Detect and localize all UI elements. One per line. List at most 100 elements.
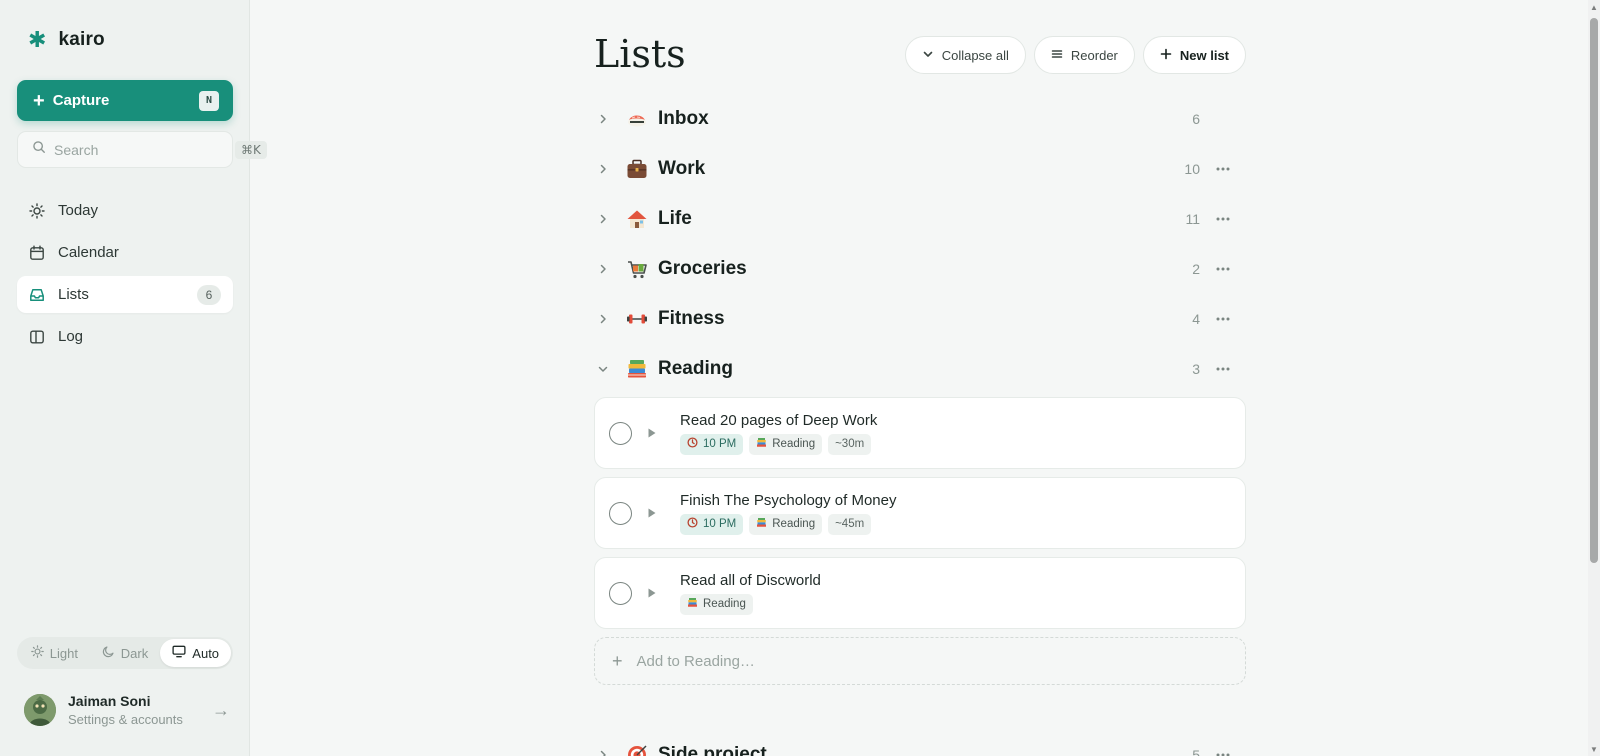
lists-container: Inbox 6 Work 10 Life 11 Groceries 2 Fitn… <box>594 94 1246 756</box>
list-name: Work <box>658 158 706 179</box>
list-row-reading[interactable]: Reading 3 <box>594 344 1246 394</box>
search-box[interactable]: ⌘K <box>17 131 267 168</box>
time-tag: 10 PM <box>680 513 744 535</box>
list-row-work[interactable]: Work 10 <box>594 144 1246 194</box>
list-count: 3 <box>1192 361 1200 377</box>
books-emoji-icon <box>756 517 767 531</box>
lists-count-badge: 6 <box>197 284 221 305</box>
target-emoji-icon <box>624 742 650 756</box>
sidebar-item-lists[interactable]: Lists 6 <box>17 276 233 313</box>
books-emoji-icon <box>687 597 698 611</box>
monitor-icon <box>172 645 186 661</box>
chevron-right-icon[interactable] <box>596 114 610 124</box>
list-name: Life <box>658 208 692 229</box>
collapse-all-button[interactable]: Collapse all <box>904 36 1026 74</box>
chevron-right-icon[interactable] <box>596 750 610 756</box>
sidebar-item-label: Log <box>58 328 84 345</box>
sidebar-nav: Today Calendar Lists 6 Log <box>17 192 233 360</box>
chevron-right-icon[interactable] <box>596 214 610 224</box>
list-row-inbox[interactable]: Inbox 6 <box>594 94 1246 144</box>
sidebar-item-label: Calendar <box>58 244 119 261</box>
list-tag-label: Reading <box>772 518 816 530</box>
shopping-cart-emoji-icon <box>624 256 650 282</box>
task-title: Finish The Psychology of Money <box>680 491 897 509</box>
more-horizontal-icon[interactable] <box>1214 310 1232 328</box>
list-name: Reading <box>658 358 733 379</box>
add-to-reading-input[interactable]: + Add to Reading… <box>594 637 1246 685</box>
task-body: Finish The Psychology of Money 10 PM Rea… <box>680 492 1231 535</box>
chevron-right-icon[interactable] <box>596 264 610 274</box>
list-name: Side project <box>658 744 767 756</box>
account-meta: Jaiman Soni Settings & accounts <box>68 693 212 727</box>
theme-light-option[interactable]: Light <box>19 639 90 667</box>
theme-dark-option[interactable]: Dark <box>90 639 161 667</box>
new-list-button[interactable]: New list <box>1142 36 1246 74</box>
list-count: 11 <box>1185 211 1200 227</box>
scroll-up-arrow-icon[interactable]: ▲ <box>1590 2 1598 12</box>
task-body: Read all of Discworld Reading <box>680 572 1231 615</box>
play-triangle-icon[interactable] <box>646 588 658 598</box>
list-tag-label: Reading <box>772 438 816 450</box>
play-triangle-icon[interactable] <box>646 428 658 438</box>
briefcase-emoji-icon <box>624 156 650 182</box>
task-checkbox[interactable] <box>609 581 632 605</box>
theme-auto-label: Auto <box>192 645 220 661</box>
task-tags: Reading <box>680 593 1231 615</box>
more-horizontal-icon[interactable] <box>1214 160 1232 178</box>
list-name: Groceries <box>658 258 747 279</box>
task-card[interactable]: Read all of Discworld Reading <box>594 557 1246 629</box>
sidebar-item-calendar[interactable]: Calendar <box>17 234 233 271</box>
account-settings[interactable]: Jaiman Soni Settings & accounts → <box>24 690 230 730</box>
theme-dark-label: Dark <box>120 645 149 661</box>
task-card[interactable]: Finish The Psychology of Money 10 PM Rea… <box>594 477 1246 549</box>
task-title: Read all of Discworld <box>680 571 821 589</box>
brand[interactable]: ✱ kairo <box>28 28 105 52</box>
scrollbar[interactable]: ▲ ▼ <box>1588 0 1600 756</box>
sushi-emoji-icon <box>624 106 650 132</box>
list-name: Fitness <box>658 308 725 329</box>
time-tag-label: 10 PM <box>703 438 737 450</box>
chevron-down-icon[interactable] <box>596 364 610 374</box>
time-tag-label: 10 PM <box>703 518 737 530</box>
page-title: Lists <box>594 32 686 76</box>
more-horizontal-icon[interactable] <box>1214 746 1232 756</box>
reorder-button[interactable]: Reorder <box>1033 36 1135 74</box>
books-emoji-icon <box>624 356 650 382</box>
chevron-right-icon[interactable] <box>596 314 610 324</box>
calendar-icon <box>29 245 45 261</box>
task-card[interactable]: Read 20 pages of Deep Work 10 PM Reading… <box>594 397 1246 469</box>
estimate-tag: ~30m <box>828 433 872 455</box>
play-triangle-icon[interactable] <box>646 508 658 518</box>
plus-icon <box>1160 48 1172 63</box>
sidebar: ✱ kairo + Capture N ⌘K Today Calendar <box>0 0 267 756</box>
sidebar-item-log[interactable]: Log <box>17 318 233 355</box>
capture-button[interactable]: + Capture N <box>17 80 233 121</box>
main-content: Lists Collapse all Reorder New list Inbo… <box>594 0 1246 756</box>
theme-switcher: Light Dark Auto <box>17 637 233 669</box>
list-row-side-project[interactable]: Side project 5 <box>594 730 1246 756</box>
sidebar-item-today[interactable]: Today <box>17 192 233 229</box>
list-row-fitness[interactable]: Fitness 4 <box>594 294 1246 344</box>
task-checkbox[interactable] <box>609 421 632 445</box>
list-count: 4 <box>1192 311 1200 327</box>
menu-lines-icon <box>1051 48 1063 63</box>
more-horizontal-icon[interactable] <box>1214 210 1232 228</box>
task-checkbox[interactable] <box>609 501 632 525</box>
task-tags: 10 PM Reading ~45m <box>680 513 1231 535</box>
theme-auto-option[interactable]: Auto <box>160 639 232 667</box>
capture-shortcut: N <box>199 90 219 111</box>
chevron-right-icon[interactable] <box>596 164 610 174</box>
list-tag-label: Reading <box>703 598 746 610</box>
list-row-groceries[interactable]: Groceries 2 <box>594 244 1246 294</box>
time-tag: 10 PM <box>680 433 744 455</box>
more-horizontal-icon[interactable] <box>1214 360 1232 378</box>
sidebar-item-label: Lists <box>58 286 89 303</box>
avatar <box>24 694 56 726</box>
new-list-label: New list <box>1179 47 1229 63</box>
list-row-life[interactable]: Life 11 <box>594 194 1246 244</box>
scrollbar-thumb[interactable] <box>1590 18 1598 563</box>
scroll-down-arrow-icon[interactable]: ▼ <box>1590 744 1598 754</box>
search-input[interactable] <box>54 141 235 158</box>
more-horizontal-icon[interactable] <box>1214 260 1232 278</box>
book-open-icon <box>29 329 45 345</box>
